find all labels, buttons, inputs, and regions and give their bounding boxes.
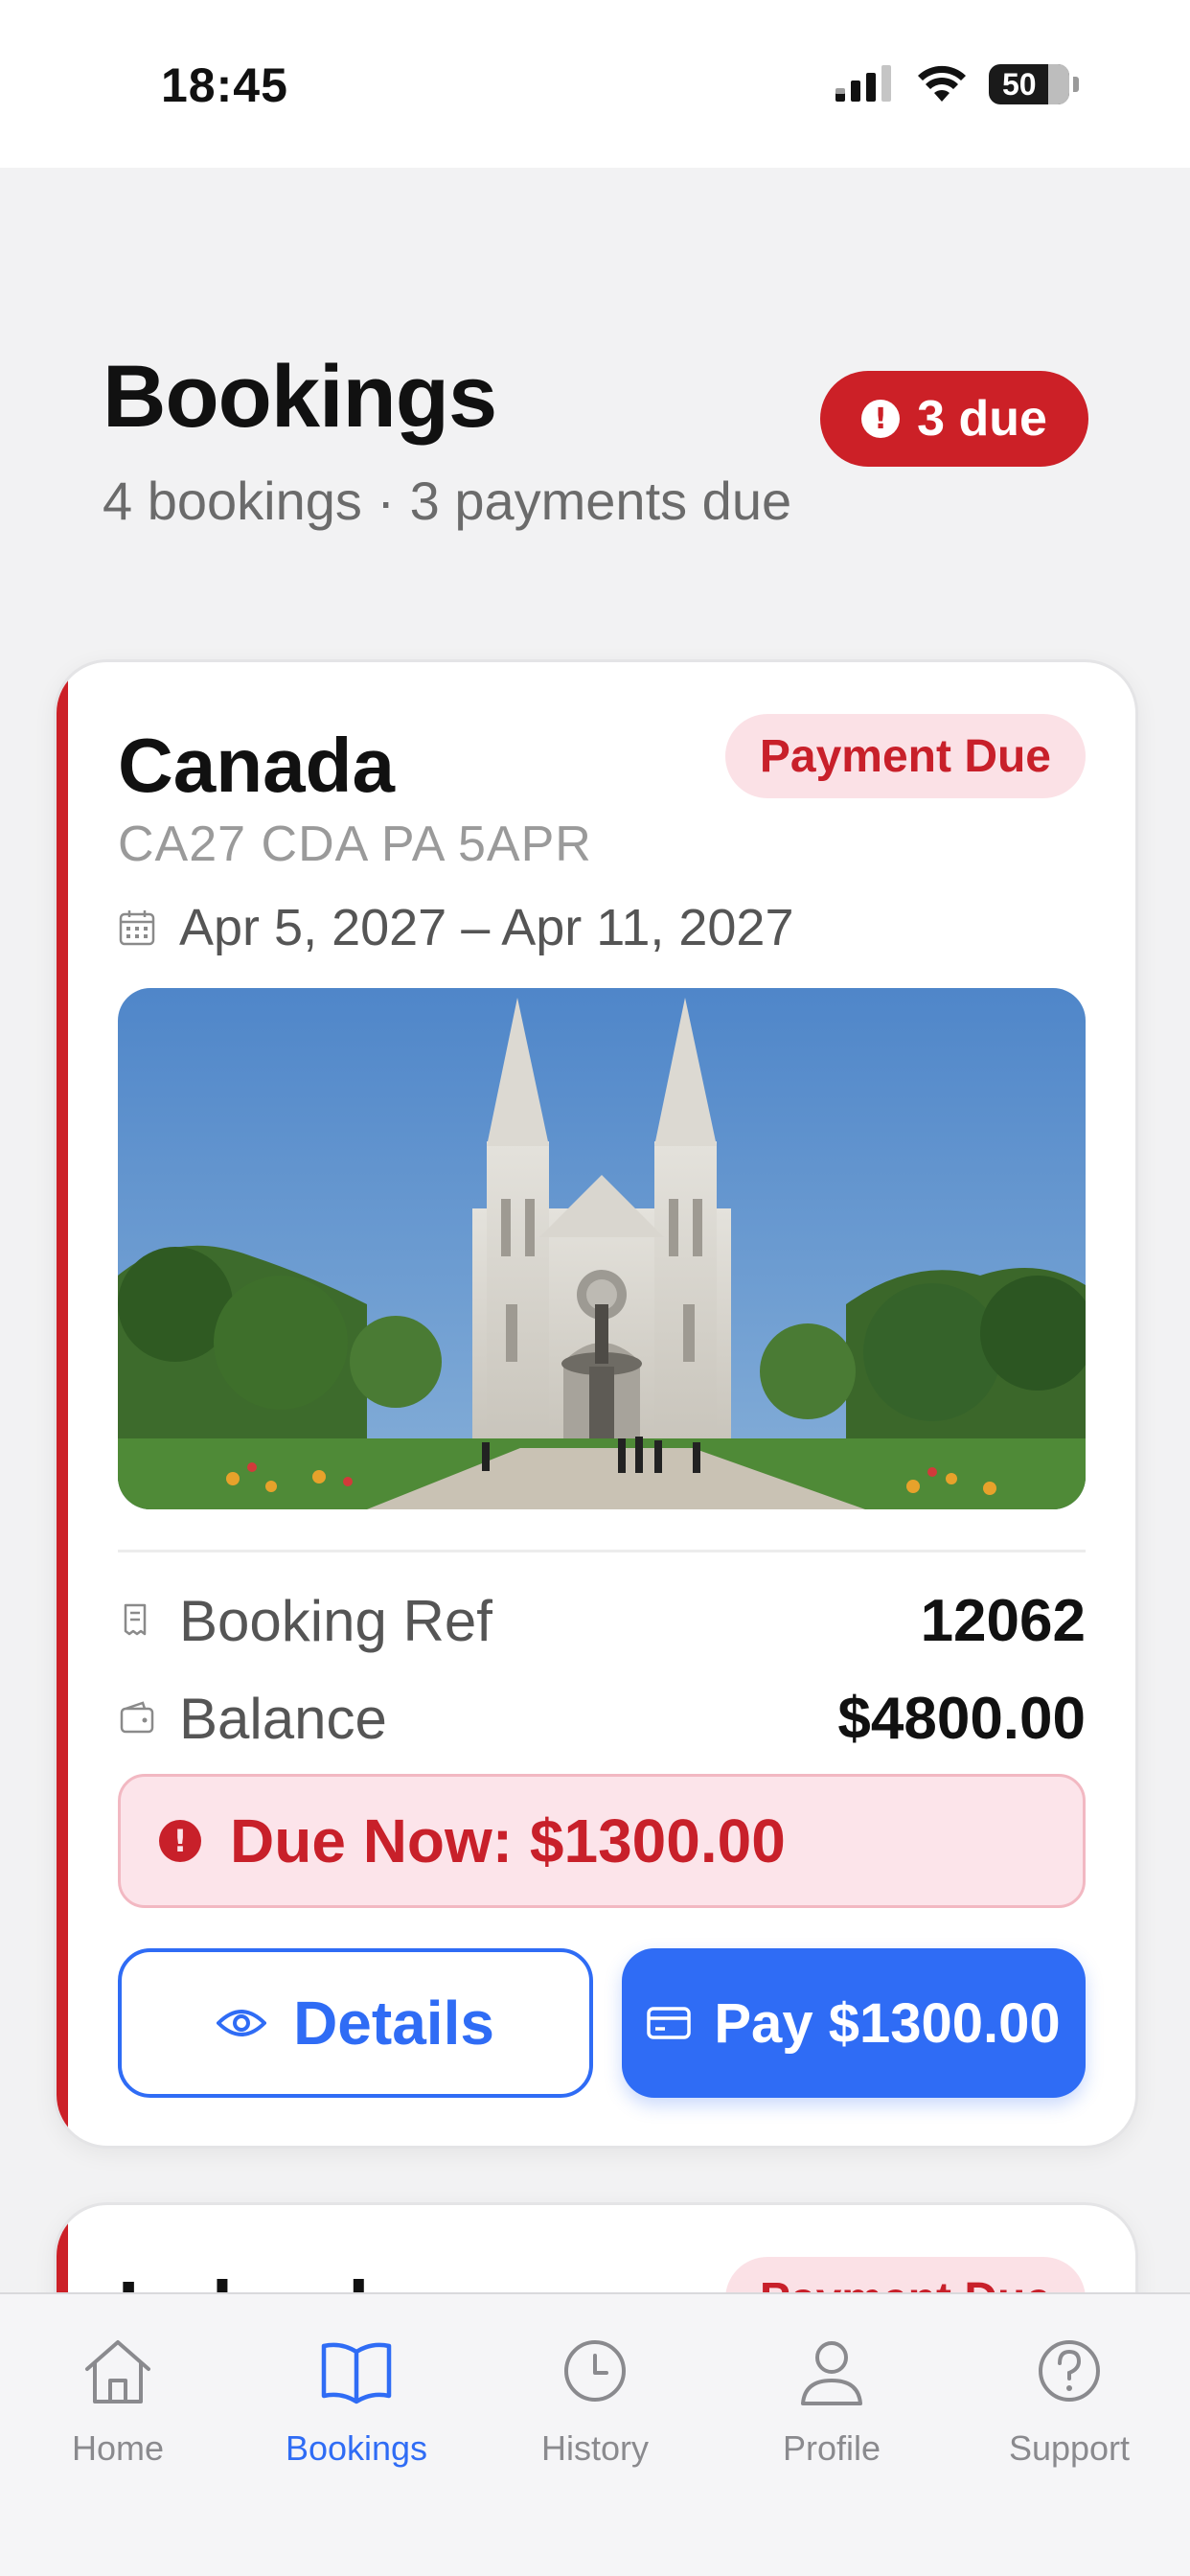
booking-ref-value: 12062 bbox=[920, 1587, 1086, 1654]
booking-dates: Apr 5, 2027 – Apr 11, 2027 bbox=[118, 898, 794, 957]
alert-icon: ! bbox=[159, 1820, 201, 1862]
eye-icon bbox=[217, 2010, 267, 2036]
card-status-accent bbox=[57, 662, 68, 2146]
basilica-photo-icon bbox=[118, 988, 1086, 1509]
tab-profile-label: Profile bbox=[782, 2428, 881, 2468]
tab-home-label: Home bbox=[71, 2428, 165, 2468]
credit-card-icon bbox=[647, 2007, 692, 2039]
status-time: 18:45 bbox=[161, 58, 288, 112]
tab-bar: Home Bookings History Profile Support bbox=[0, 2292, 1190, 2576]
page-subtitle: 4 bookings · 3 payments due bbox=[103, 471, 792, 531]
calendar-icon bbox=[119, 910, 155, 946]
booking-ref-row: Booking Ref 12062 bbox=[118, 1582, 1086, 1659]
booking-card[interactable]: Canada Payment Due CA27 CDA PA 5APR Apr … bbox=[54, 659, 1138, 2149]
clock-icon bbox=[564, 2340, 626, 2402]
booking-ref-label: Booking Ref bbox=[179, 1588, 492, 1653]
payment-status-badge: Payment Due bbox=[724, 714, 1086, 798]
alert-icon: ! bbox=[861, 400, 901, 438]
due-now-text: Due Now: $1300.00 bbox=[230, 1806, 786, 1875]
tab-bookings-label: Bookings bbox=[285, 2428, 428, 2468]
booking-destination: Canada bbox=[118, 723, 395, 808]
due-count-label: 3 due bbox=[917, 391, 1047, 447]
tab-history[interactable]: History bbox=[490, 2331, 700, 2494]
wifi-icon bbox=[918, 65, 966, 102]
destination-photo bbox=[118, 988, 1086, 1509]
pay-button[interactable]: Pay $1300.00 bbox=[622, 1948, 1086, 2098]
battery-icon: 50 bbox=[989, 64, 1069, 104]
wallet-icon bbox=[120, 1701, 154, 1734]
tab-support[interactable]: Support bbox=[964, 2331, 1175, 2494]
details-button[interactable]: Details bbox=[118, 1948, 593, 2098]
details-button-label: Details bbox=[293, 1989, 494, 2058]
battery-cap bbox=[1073, 77, 1079, 92]
due-count-badge[interactable]: ! 3 due bbox=[820, 371, 1088, 467]
tab-history-label: History bbox=[540, 2428, 649, 2468]
booking-dates-text: Apr 5, 2027 – Apr 11, 2027 bbox=[179, 899, 794, 956]
home-icon bbox=[85, 2340, 150, 2404]
status-bar: 18:45 50 bbox=[0, 0, 1190, 168]
receipt-icon bbox=[124, 1603, 147, 1636]
page-title: Bookings bbox=[103, 348, 497, 446]
tab-support-label: Support bbox=[1008, 2428, 1131, 2468]
balance-value: $4800.00 bbox=[837, 1685, 1086, 1752]
battery-level: 50 bbox=[1002, 66, 1037, 102]
tab-profile[interactable]: Profile bbox=[726, 2331, 937, 2494]
book-icon bbox=[321, 2342, 392, 2404]
due-now-banner: ! Due Now: $1300.00 bbox=[118, 1774, 1086, 1908]
card-divider bbox=[118, 1550, 1086, 1552]
pay-button-label: Pay $1300.00 bbox=[714, 1991, 1061, 2055]
tab-home[interactable]: Home bbox=[12, 2331, 223, 2494]
booking-code: CA27 CDA PA 5APR bbox=[118, 816, 592, 872]
help-icon bbox=[1039, 2340, 1100, 2402]
status-icons: 50 bbox=[835, 63, 1079, 105]
person-icon bbox=[801, 2341, 862, 2405]
balance-row: Balance $4800.00 bbox=[118, 1680, 1086, 1757]
signal-icon bbox=[835, 65, 891, 102]
tab-bookings[interactable]: Bookings bbox=[251, 2331, 462, 2494]
balance-label: Balance bbox=[179, 1686, 387, 1751]
